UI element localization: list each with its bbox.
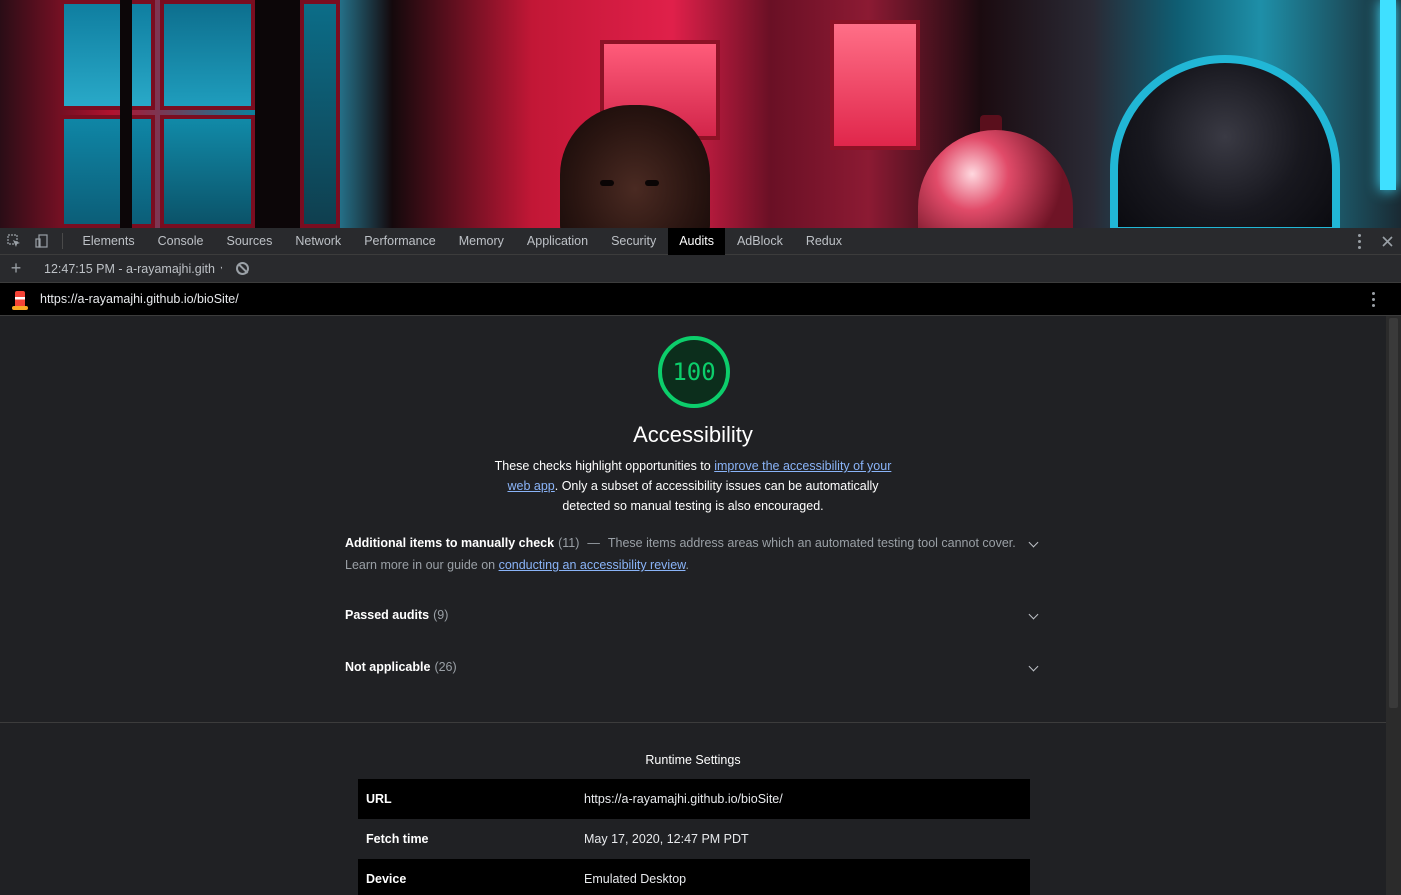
report-url-bar: https://a-rayamajhi.github.io/bioSite/	[0, 283, 1401, 316]
inspect-element-icon[interactable]	[0, 228, 28, 255]
section-divider	[0, 722, 1386, 723]
group-learn-more: Learn more in our guide on conducting an…	[345, 558, 1045, 572]
table-row: Fetch time May 17, 2020, 12:47 PM PDT	[358, 819, 1030, 859]
dropdown-caret-icon: ▼	[219, 264, 222, 274]
audits-toolbar: + 12:47:15 PM - a-rayamajhi.gith ▼	[0, 255, 1401, 283]
learn-suffix: .	[685, 558, 689, 572]
runtime-settings-table: URL https://a-rayamajhi.github.io/bioSit…	[358, 779, 1030, 895]
devtools-tabbar: Elements Console Sources Network Perform…	[0, 227, 1401, 255]
setting-value: May 17, 2020, 12:47 PM PDT	[584, 832, 749, 846]
new-audit-plus-icon[interactable]: +	[0, 258, 32, 279]
tab-memory[interactable]: Memory	[447, 228, 515, 255]
group-count: (9)	[433, 608, 449, 622]
group-description: These items address areas which an autom…	[607, 536, 1016, 550]
setting-value: Emulated Desktop	[584, 872, 687, 886]
category-desc-suffix: . Only a subset of accessibility issues …	[554, 479, 879, 513]
tab-network[interactable]: Network	[284, 228, 353, 255]
table-row: Device Emulated Desktop	[358, 859, 1030, 895]
setting-key: Fetch time	[366, 832, 429, 846]
scrollbar-thumb[interactable]	[1389, 318, 1398, 708]
runtime-settings-title: Runtime Settings	[645, 753, 741, 767]
setting-key: URL	[366, 792, 392, 806]
passed-audits-group[interactable]: Passed audits (9)	[345, 608, 1045, 622]
group-count: (26)	[434, 660, 457, 674]
report-url: https://a-rayamajhi.github.io/bioSite/	[40, 292, 239, 306]
group-title: Additional items to manually check	[345, 536, 555, 550]
tab-performance[interactable]: Performance	[353, 228, 448, 255]
tab-sources[interactable]: Sources	[215, 228, 284, 255]
tab-elements[interactable]: Elements	[71, 228, 146, 255]
report-menu-icon[interactable]	[1359, 286, 1387, 313]
accessibility-review-link[interactable]: conducting an accessibility review	[499, 558, 686, 572]
tab-console[interactable]: Console	[146, 228, 215, 255]
page-preview-image	[0, 0, 1401, 228]
tab-security[interactable]: Security	[600, 228, 668, 255]
clear-block-icon[interactable]	[236, 262, 249, 275]
toolbar-divider	[62, 233, 63, 249]
tab-adblock[interactable]: AdBlock	[725, 228, 794, 255]
group-dash: —	[587, 536, 600, 550]
category-desc-prefix: These checks highlight opportunities to	[494, 459, 715, 473]
setting-value: https://a-rayamajhi.github.io/bioSite/	[584, 792, 783, 806]
devtools-menu-icon[interactable]	[1345, 228, 1373, 255]
manual-checks-group[interactable]: Additional items to manually check (11) …	[345, 536, 1045, 572]
close-icon[interactable]	[1373, 228, 1401, 255]
score-gauge: 100	[658, 336, 730, 408]
report-selector-label: 12:47:15 PM - a-rayamajhi.gith	[44, 261, 215, 276]
category-title: Accessibility	[633, 422, 753, 447]
tab-redux[interactable]: Redux	[794, 228, 853, 255]
report-scrollbar[interactable]	[1386, 316, 1401, 895]
group-count: (11)	[558, 536, 580, 550]
tab-audits[interactable]: Audits	[667, 227, 726, 255]
not-applicable-group[interactable]: Not applicable (26)	[345, 660, 1045, 674]
learn-prefix: Learn more in our guide on	[345, 558, 499, 572]
report-selector[interactable]: 12:47:15 PM - a-rayamajhi.gith ▼	[44, 262, 222, 276]
category-description: These checks highlight opportunities to …	[493, 456, 893, 516]
group-title: Not applicable	[345, 660, 431, 674]
score-value: 100	[672, 358, 716, 386]
table-row: URL https://a-rayamajhi.github.io/bioSit…	[358, 779, 1030, 819]
group-title: Passed audits	[345, 608, 430, 622]
device-toolbar-icon[interactable]	[28, 228, 56, 255]
setting-key: Device	[366, 872, 407, 886]
report-body: 100 Accessibility These checks highlight…	[0, 316, 1386, 895]
tab-application[interactable]: Application	[515, 228, 599, 255]
lighthouse-icon	[0, 290, 40, 310]
